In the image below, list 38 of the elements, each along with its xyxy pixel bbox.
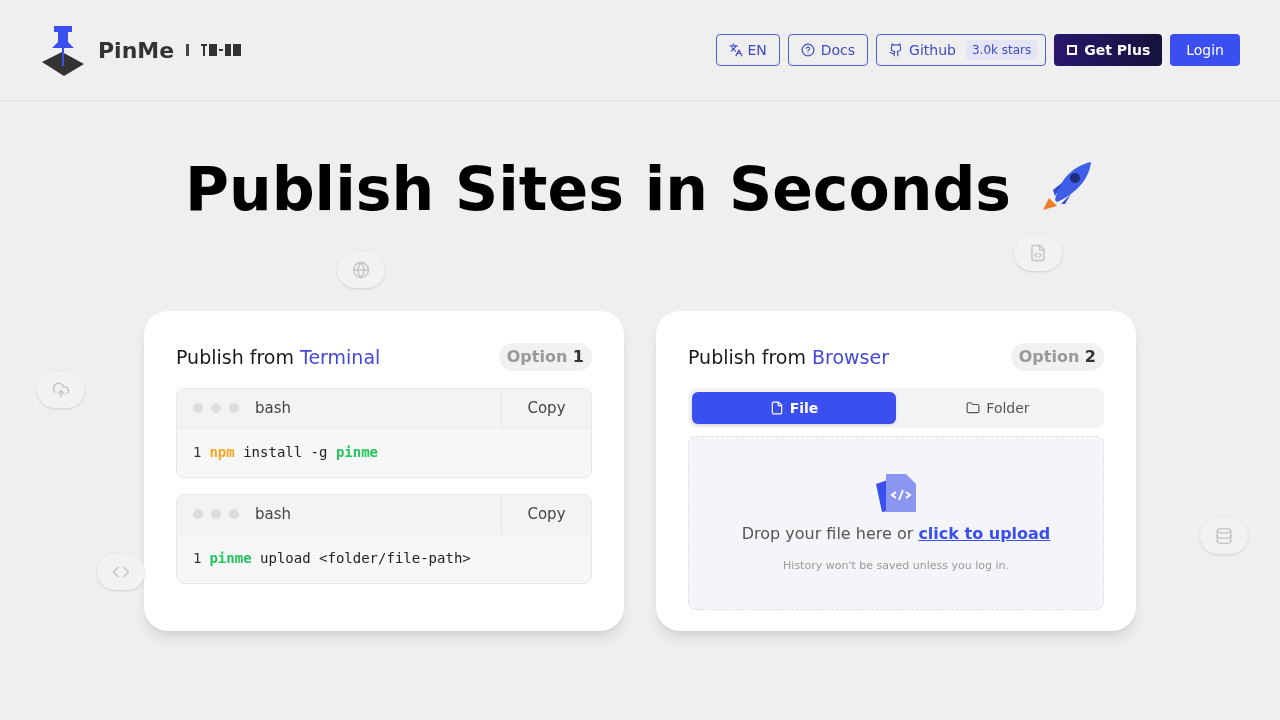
option-badge: Option 1	[498, 343, 592, 372]
language-label: bash	[255, 397, 293, 419]
github-button[interactable]: Github 3.0k stars	[876, 34, 1047, 66]
line-number: 1	[193, 549, 202, 568]
partner-logo-icon	[201, 42, 242, 58]
help-icon	[800, 43, 815, 57]
hero-title: Publish Sites in Seconds	[184, 159, 1012, 219]
cloud-upload-icon	[52, 381, 70, 399]
get-plus-button[interactable]: Get Plus	[1054, 34, 1163, 66]
login-button[interactable]: Login	[1170, 34, 1240, 66]
code-line: pinme upload <folder/file-path>	[209, 549, 471, 568]
file-code-icon	[1029, 244, 1047, 262]
history-note: History won't be saved unless you log in.	[783, 558, 1009, 575]
database-icon	[1215, 527, 1233, 545]
github-label: Github	[909, 41, 956, 60]
stars-badge: 3.0k stars	[965, 40, 1038, 60]
drop-zone[interactable]: Drop your file here or click to upload History won't be saved unless you log in.	[688, 435, 1104, 610]
globe-icon	[352, 261, 370, 279]
upload-tab[interactable]: Folder	[896, 391, 1100, 424]
translate-icon	[729, 43, 744, 57]
drop-prompt: Drop your file here or click to upload	[741, 523, 1051, 546]
language-label: bash	[255, 503, 293, 525]
option-badge: Option 2	[1010, 343, 1104, 372]
code-line: npm install -g pinme	[209, 443, 379, 462]
upload-tab[interactable]: File	[692, 391, 896, 424]
card-title: Publish from Terminal	[176, 345, 381, 370]
upload-link[interactable]: click to upload	[918, 524, 1051, 544]
folder-icon	[966, 400, 981, 415]
copy-button[interactable]: Copy	[501, 388, 591, 428]
language-button[interactable]: EN	[716, 34, 780, 66]
github-icon	[889, 43, 904, 57]
card-title: Publish from Browser	[688, 345, 890, 370]
brand-name: PinMe	[98, 36, 175, 65]
line-number: 1	[193, 443, 202, 462]
copy-button[interactable]: Copy	[501, 494, 591, 534]
file-icon	[769, 400, 784, 415]
pin-logo-icon	[40, 24, 86, 76]
docs-button[interactable]: Docs	[787, 34, 869, 66]
